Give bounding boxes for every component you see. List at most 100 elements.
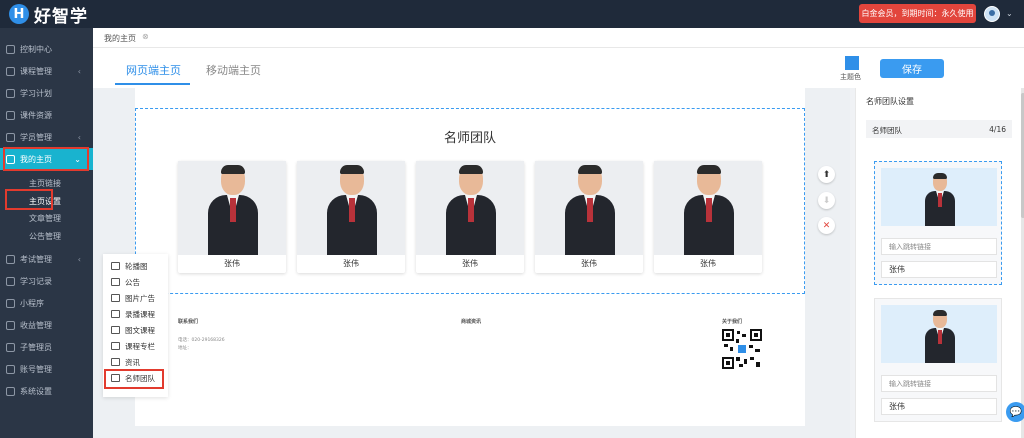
sidebar-item-label: 控制中心 (20, 44, 52, 54)
settings-panel: 名师团队设置 名师团队 4/16 输入跳转链接 张伟 输入跳转链接 张伟 (855, 88, 1024, 438)
highlight-box (3, 147, 89, 171)
chevron-left-icon: ‹ (77, 66, 81, 76)
cloud-icon (6, 110, 15, 120)
move-up-button[interactable]: ⬆ (818, 166, 835, 183)
link-input[interactable]: 输入跳转链接 (881, 238, 997, 255)
miniapp-icon (6, 298, 15, 308)
teacher-photo (654, 161, 762, 255)
tab-bar: 网页端主页 移动端主页 主题色 保存 (93, 48, 1024, 88)
video-icon (111, 310, 120, 318)
widget-news[interactable]: 资讯 (111, 355, 140, 369)
sidebar-subitem-articles[interactable]: 文章管理 (29, 213, 61, 224)
chat-icon[interactable]: 💬 (1006, 402, 1024, 422)
sidebar-item-resources[interactable]: 课件资源 (0, 104, 93, 126)
sidebar-item-label: 课件资源 (20, 110, 52, 120)
top-bar: H 好智学 白金会员，到期时间：永久使用 ⌄ (0, 0, 1024, 28)
widget-label: 轮播图 (125, 261, 148, 271)
theme-color-label: 主题色 (840, 73, 861, 81)
chevron-left-icon: ‹ (77, 132, 81, 142)
footer-address: 地址： (178, 346, 192, 351)
sidebar-item-sub-admin[interactable]: 子管理员 (0, 336, 93, 358)
sidebar-item-income[interactable]: 收益管理 (0, 314, 93, 336)
breadcrumb: 我的主页 ⊗ (93, 28, 1024, 48)
column-icon (111, 342, 120, 350)
section-title: 名师团队 (443, 131, 496, 146)
sidebar-item-account[interactable]: 账号管理 (0, 358, 93, 380)
sidebar-subitem-homepage-link[interactable]: 主页链接 (29, 178, 61, 189)
settings-icon (6, 386, 15, 396)
widget-course-column[interactable]: 课程专栏 (111, 339, 155, 353)
theme-color-swatch[interactable] (845, 56, 859, 70)
exam-icon (6, 254, 15, 264)
teacher-name-input[interactable]: 张伟 (881, 398, 997, 415)
user-icon (6, 132, 15, 142)
widget-image-ad[interactable]: 图片广告 (111, 291, 155, 305)
picture-icon (111, 294, 120, 302)
sidebar-item-label: 小程序 (20, 298, 44, 308)
widget-label: 图片广告 (125, 293, 155, 303)
close-icon[interactable]: ⊗ (142, 32, 149, 41)
save-button[interactable]: 保存 (880, 59, 944, 78)
sidebar-subitem-announcements[interactable]: 公告管理 (29, 231, 61, 242)
sidebar-item-records[interactable]: 学习记录 (0, 270, 93, 292)
widget-label: 图文课程 (125, 325, 155, 335)
teacher-name: 张伟 (343, 259, 359, 268)
widget-text-course[interactable]: 图文课程 (111, 323, 155, 337)
sidebar-item-label: 账号管理 (20, 364, 52, 374)
teacher-setting-card[interactable]: 输入跳转链接 张伟 (874, 161, 1002, 285)
sidebar-item-label: 考试管理 (20, 254, 52, 264)
move-down-button[interactable]: ⬇ (818, 192, 835, 209)
widget-carousel[interactable]: 轮播图 (111, 259, 148, 273)
teacher-name: 张伟 (224, 259, 240, 268)
book-icon (6, 66, 15, 76)
teacher-card[interactable]: 张伟 (416, 161, 524, 273)
teacher-photo (416, 161, 524, 255)
teacher-photo-upload[interactable] (881, 305, 997, 363)
link-input[interactable]: 输入跳转链接 (881, 375, 997, 392)
sidebar-item-system-settings[interactable]: 系统设置 (0, 380, 93, 402)
teacher-card[interactable]: 张伟 (297, 161, 405, 273)
footer-about-title: 关于我们 (722, 319, 743, 325)
member-badge[interactable]: 白金会员，到期时间：永久使用 (859, 4, 976, 23)
sidebar-item-label: 学员管理 (20, 132, 52, 142)
teacher-photo-upload[interactable] (881, 168, 997, 226)
teacher-setting-card[interactable]: 输入跳转链接 张伟 (874, 298, 1002, 422)
delete-module-button[interactable]: ✕ (818, 217, 835, 234)
teacher-card[interactable]: 张伟 (654, 161, 762, 273)
sidebar-item-miniapp[interactable]: 小程序 (0, 292, 93, 314)
widget-announcement[interactable]: 公告 (111, 275, 140, 289)
highlight-box (104, 369, 164, 389)
sidebar-item-course[interactable]: 课程管理 ‹ (0, 60, 93, 82)
teacher-name-input[interactable]: 张伟 (881, 261, 997, 278)
teacher-count-label: 名师团队 (872, 126, 902, 135)
chevron-down-icon[interactable]: ⌄ (1006, 9, 1013, 18)
widget-recorded-course[interactable]: 录播课程 (111, 307, 155, 321)
teacher-photo (178, 161, 286, 255)
record-icon (6, 276, 15, 286)
teacher-card[interactable]: 张伟 (535, 161, 643, 273)
footer-contact-title: 联系我们 (178, 319, 199, 325)
tab-mobile-homepage[interactable]: 移动端主页 (206, 62, 261, 78)
tab-web-homepage[interactable]: 网页端主页 (126, 62, 181, 78)
plan-icon (6, 88, 15, 98)
logo-icon: H (9, 4, 29, 24)
sidebar-item-control-center[interactable]: 控制中心 (0, 38, 93, 60)
widget-label: 资讯 (125, 357, 140, 367)
sidebar-item-label: 系统设置 (20, 386, 52, 396)
avatar[interactable] (984, 6, 1000, 22)
logo[interactable]: H 好智学 (9, 4, 88, 27)
sidebar-item-label: 学习记录 (20, 276, 52, 286)
teacher-count: 4/16 (989, 125, 1006, 134)
image-icon (111, 262, 120, 270)
sidebar: 控制中心 课程管理 ‹ 学习计划 课件资源 学员管理 ‹ 我的主页 ⌄ 主页链接… (0, 28, 93, 438)
teacher-card[interactable]: 张伟 (178, 161, 286, 273)
sidebar-item-plan[interactable]: 学习计划 (0, 82, 93, 104)
breadcrumb-tab[interactable]: 我的主页 (104, 33, 136, 44)
sidebar-item-exam[interactable]: 考试管理 ‹ (0, 248, 93, 270)
sidebar-item-students[interactable]: 学员管理 ‹ (0, 126, 93, 148)
income-icon (6, 320, 15, 330)
footer-phone: 电话：020-29168326 (178, 338, 225, 343)
qr-code-image (722, 329, 762, 369)
sidebar-item-label: 课程管理 (20, 66, 52, 76)
teacher-count-bar: 名师团队 4/16 (866, 120, 1012, 138)
